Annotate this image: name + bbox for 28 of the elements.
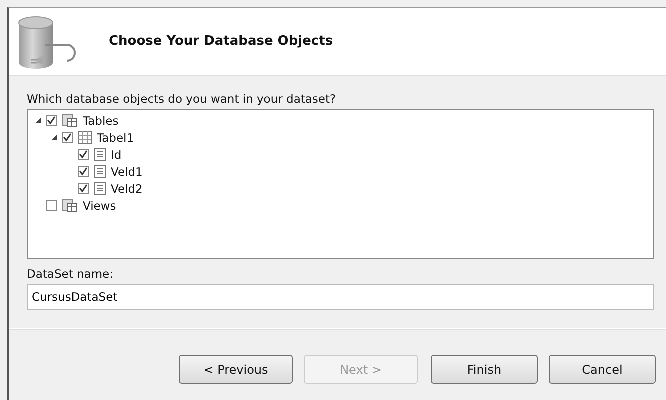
tree-item[interactable]: Veld1: [111, 164, 143, 178]
column-icon: [94, 182, 106, 195]
dataset-name-field[interactable]: CursusDataSet: [27, 284, 654, 310]
checkbox[interactable]: [46, 200, 57, 211]
tree-item[interactable]: Id: [111, 148, 122, 162]
wizard-button[interactable]: < Previous: [179, 355, 293, 384]
expand-arrow-icon[interactable]: [34, 117, 43, 124]
folder-table-icon: [62, 198, 78, 212]
page-title: Choose Your Database Objects: [109, 34, 334, 49]
dataset-name-label: DataSet name:: [27, 267, 114, 281]
tree-item[interactable]: Tabel1: [97, 130, 134, 144]
tree-item[interactable]: Tables: [83, 114, 119, 128]
column-icon: [94, 148, 106, 161]
object-tree[interactable]: Tables Tabel1 Id Veld1 Veld2 Views: [27, 109, 654, 259]
tree-item[interactable]: Views: [83, 198, 116, 212]
checkbox[interactable]: [78, 183, 89, 194]
wizard-button[interactable]: Cancel: [549, 355, 656, 384]
tree-item[interactable]: Veld2: [111, 182, 143, 196]
checkbox[interactable]: [46, 115, 57, 126]
expand-arrow-icon[interactable]: [50, 134, 59, 141]
checkbox[interactable]: [78, 149, 89, 160]
checkbox[interactable]: [78, 166, 89, 177]
wizard-button[interactable]: Finish: [431, 355, 538, 384]
checkbox[interactable]: [62, 132, 73, 143]
folder-table-icon: [62, 114, 78, 128]
table-icon: [78, 131, 92, 144]
prompt-label: Which database objects do you want in your dataset?: [27, 92, 338, 106]
column-icon: [94, 165, 106, 178]
